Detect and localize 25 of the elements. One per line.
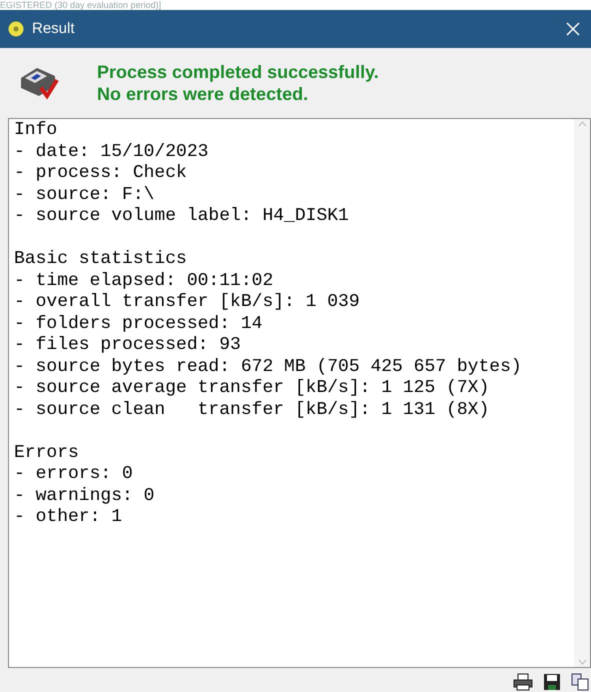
report-line: - folders processed: 14 [14,314,264,335]
window-title: Result [32,18,75,39]
status-message: No errors were detected. [97,83,310,105]
section-heading: Info [14,120,58,142]
report-line: - date: 15/10/2023 [14,142,210,163]
report-line: - errors: 0 [14,464,134,486]
disc-icon [8,21,24,37]
report-line: - source volume label: H4_DISK1 [14,206,350,228]
section-heading: Errors [14,442,80,464]
save-icon[interactable] [543,673,561,691]
report-line: - source bytes read: 672 MB (705 425 657 bytes) [14,356,523,378]
report-line: - overall transfer [kB/s]: 1 039 [14,292,361,314]
copy-icon[interactable] [571,673,589,691]
status-message: Process completed successfully. [97,61,379,83]
report-line: - source: F:\ [14,184,156,206]
printer-icon[interactable] [513,673,533,691]
report-line: - other: 1 [14,507,124,528]
report-line: - files processed: 93 [14,335,242,356]
report-line: - process: Check [14,163,188,184]
background-text: EGISTERED (30 day evaluation period)] [0,0,162,10]
section-heading: Basic statistics [14,249,188,270]
report-line: - source clean transfer [kB/s]: 1 131 (8X) [14,400,490,421]
report-line: - source average transfer [kB/s]: 1 125 (7X) [14,378,490,400]
report-line: - time elapsed: 00:11:02 [14,270,274,292]
report-line: - warnings: 0 [14,486,156,507]
